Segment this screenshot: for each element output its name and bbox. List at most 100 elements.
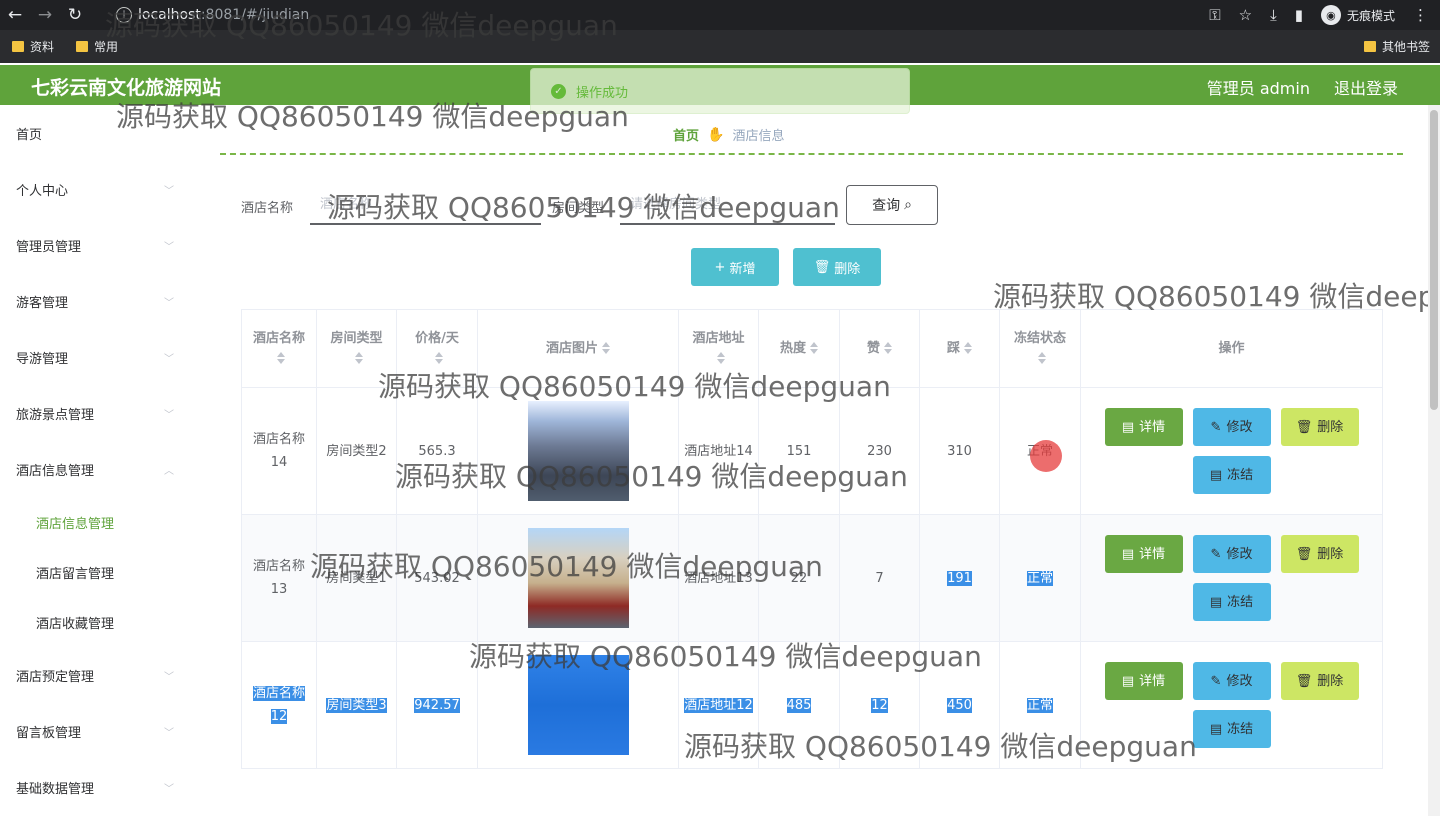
col-header[interactable]: 酒店名称 <box>241 309 317 388</box>
sort-icon[interactable] <box>810 342 818 354</box>
cell-name: 酒店名称14 <box>241 387 317 515</box>
sidebar-item-label: 个人中心 <box>16 183 69 199</box>
sidebar-item-profile[interactable]: 个人中心 ﹀ <box>0 161 190 217</box>
cell-address: 酒店地址14 <box>678 387 759 515</box>
col-header[interactable]: 房间类型 <box>316 309 397 388</box>
back-icon[interactable]: ← <box>0 0 30 30</box>
doc-icon: ▤ <box>1121 546 1135 562</box>
selected-text: 191 <box>947 570 972 586</box>
sidepanel-icon[interactable]: ▮ <box>1295 6 1303 24</box>
browser-toolbar: ← → ↻ i localhost:8081/#/jiudian ⚿ ☆ ⤓ ▮… <box>0 0 1440 30</box>
col-header[interactable]: 冻结状态 <box>999 309 1081 388</box>
query-button[interactable]: 查询 ⌕ <box>846 185 938 225</box>
sort-icon[interactable] <box>964 342 972 354</box>
key-icon[interactable]: ⚿ <box>1209 6 1220 24</box>
edit-button[interactable]: ✎ 修改 <box>1192 535 1271 573</box>
detail-button[interactable]: ▤ 详情 <box>1104 535 1183 573</box>
col-header[interactable]: 酒店地址 <box>678 309 759 388</box>
edit-button[interactable]: ✎ 修改 <box>1192 408 1271 446</box>
breadcrumb-home[interactable]: 首页 <box>673 125 699 144</box>
forward-icon[interactable]: → <box>30 0 60 30</box>
sidebar-item-basedata[interactable]: 基础数据管理 ﹀ <box>0 759 190 815</box>
scrollbar-thumb[interactable] <box>1430 110 1438 410</box>
sort-icon[interactable] <box>354 352 363 364</box>
col-header[interactable]: 酒店图片 <box>477 309 679 388</box>
room-type-select[interactable] <box>620 185 835 225</box>
detail-button[interactable]: ▤ 详情 <box>1104 408 1183 446</box>
cell-like: 12 <box>839 641 920 769</box>
sidebar-item-admins[interactable]: 管理员管理 ﹀ <box>0 217 190 273</box>
sidebar-item-label: 留言板管理 <box>16 725 82 741</box>
col-header[interactable]: 价格/天 <box>396 309 478 388</box>
sidebar-item-label: 导游管理 <box>16 351 69 367</box>
hotel-photo[interactable] <box>527 528 629 628</box>
doc-icon: ▤ <box>1121 673 1135 689</box>
delete-button[interactable]: 🗑 删除 <box>1280 408 1359 446</box>
trash-icon: 🗑 <box>1295 546 1313 562</box>
edit-button[interactable]: ✎ 修改 <box>1192 662 1271 700</box>
folder-icon <box>1364 41 1376 52</box>
hotel-name-label: 酒店名称 <box>241 201 294 216</box>
address-bar[interactable]: i localhost:8081/#/jiudian <box>108 3 1188 27</box>
batch-delete-button[interactable]: 🗑 删除 <box>793 248 881 286</box>
cell-like: 7 <box>839 514 920 642</box>
download-icon[interactable]: ⤓ <box>1270 6 1277 24</box>
bookmark-folder[interactable]: 资料 <box>12 38 54 55</box>
detail-button[interactable]: ▤ 详情 <box>1104 662 1183 700</box>
pencil-icon: ✎ <box>1210 546 1222 562</box>
selected-text: 450 <box>947 697 972 713</box>
add-button[interactable]: + 新增 <box>691 248 779 286</box>
sort-icon[interactable] <box>277 352 285 364</box>
page-scrollbar[interactable] <box>1428 105 1440 816</box>
site-info-icon[interactable]: i <box>116 7 132 23</box>
col-header[interactable]: 热度 <box>758 309 840 388</box>
sidebar-item-messageboard[interactable]: 留言板管理 ﹀ <box>0 703 190 759</box>
freeze-button[interactable]: ▤ 冻结 <box>1192 583 1271 621</box>
col-header[interactable]: 赞 <box>839 309 920 388</box>
reload-icon[interactable]: ↻ <box>60 0 90 30</box>
cell-status: 正常 <box>999 514 1081 642</box>
sort-icon[interactable] <box>1038 352 1046 364</box>
logout-link[interactable]: 退出登录 <box>1334 75 1398 99</box>
sidebar-item-attractions[interactable]: 旅游景点管理 ﹀ <box>0 385 190 441</box>
sidebar-subitem-hotel-info[interactable]: 酒店信息管理 <box>0 497 190 547</box>
freeze-button[interactable]: ▤ 冻结 <box>1192 710 1271 748</box>
delete-button[interactable]: 🗑 删除 <box>1280 662 1359 700</box>
sidebar-item-tourists[interactable]: 游客管理 ﹀ <box>0 273 190 329</box>
table-row: 酒店名称14 房间类型2 565.3 酒店地址14 151 230 310 正常… <box>241 387 1383 515</box>
delete-label: 删除 <box>1317 419 1344 435</box>
sidebar-subitem-hotel-favorites[interactable]: 酒店收藏管理 <box>0 597 190 647</box>
other-bookmarks[interactable]: 其他书签 <box>1364 38 1430 55</box>
sidebar-item-label: 酒店信息管理 <box>36 516 115 532</box>
col-header[interactable]: 踩 <box>919 309 1000 388</box>
sidebar-item-label: 酒店预定管理 <box>16 669 95 685</box>
bookmark-folder[interactable]: 常用 <box>76 38 118 55</box>
cell-price: 543.02 <box>396 514 478 642</box>
sidebar-item-guides[interactable]: 导游管理 ﹀ <box>0 329 190 385</box>
sidebar-item-bookings[interactable]: 酒店预定管理 ﹀ <box>0 647 190 703</box>
col-header-label: 房间类型 <box>330 330 383 346</box>
star-icon[interactable]: ☆ <box>1239 6 1252 24</box>
hotel-photo[interactable] <box>527 655 629 755</box>
doc-icon: ▤ <box>1121 419 1135 435</box>
sort-icon[interactable] <box>435 352 443 364</box>
freeze-label: 冻结 <box>1227 467 1254 483</box>
col-header-label: 赞 <box>866 340 880 356</box>
hotel-name-input[interactable] <box>310 185 541 225</box>
table-header-row: 酒店名称 房间类型 价格/天 酒店图片 酒店地址 热度 赞 踩 冻结状态 操作 <box>241 309 1383 388</box>
sort-icon[interactable] <box>602 342 610 354</box>
sidebar-item-home[interactable]: 首页 <box>0 105 190 161</box>
sidebar-item-hotels[interactable]: 酒店信息管理 ︿ <box>0 441 190 497</box>
sidebar-subitem-hotel-messages[interactable]: 酒店留言管理 <box>0 547 190 597</box>
hotel-photo[interactable] <box>527 401 629 501</box>
menu-icon[interactable]: ⋮ <box>1413 6 1428 24</box>
folder-icon <box>76 41 88 52</box>
sort-icon[interactable] <box>884 342 892 354</box>
freeze-button[interactable]: ▤ 冻结 <box>1192 456 1271 494</box>
incognito-badge[interactable]: ◉ 无痕模式 <box>1320 5 1395 25</box>
incognito-icon: ◉ <box>1320 5 1341 25</box>
sort-icon[interactable] <box>716 352 725 364</box>
chevron-down-icon: ﹀ <box>164 185 174 197</box>
delete-button[interactable]: 🗑 删除 <box>1280 535 1359 573</box>
cell-image <box>477 387 679 515</box>
